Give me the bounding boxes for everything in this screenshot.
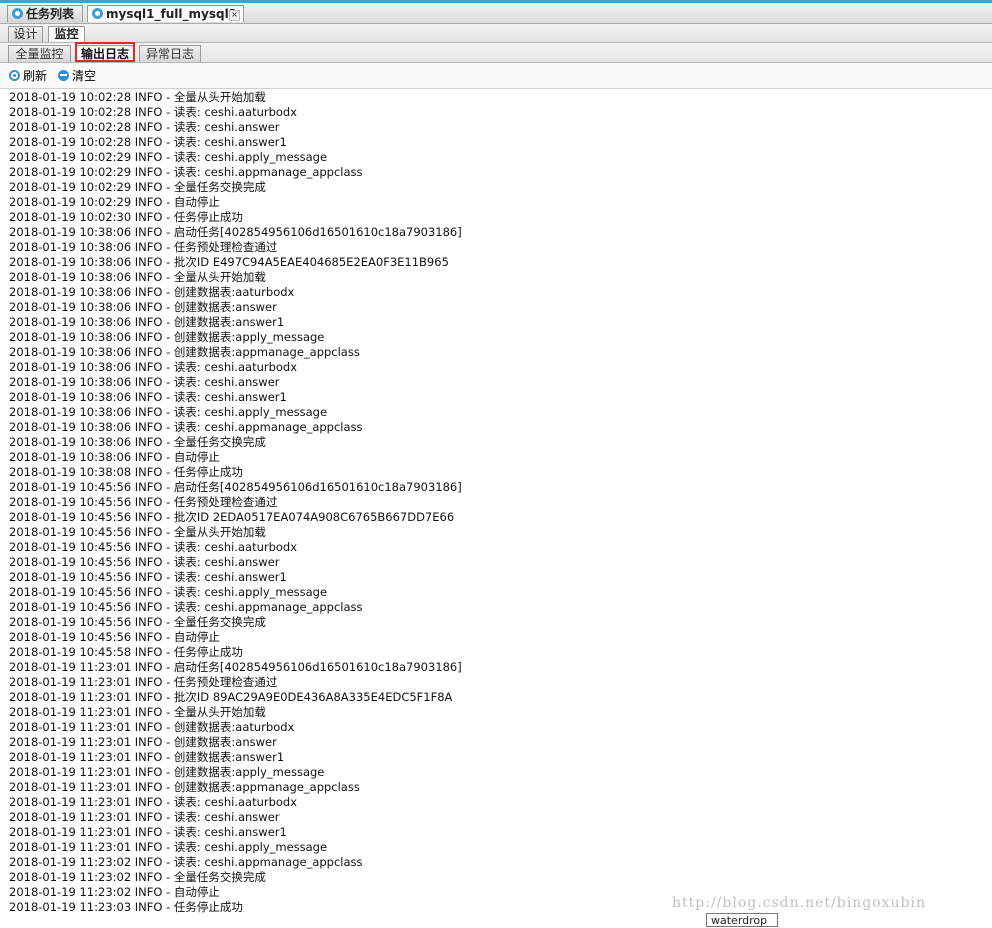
log-line: 2018-01-19 10:38:06 INFO - 读表: ceshi.ans… — [9, 375, 280, 389]
job-icon — [92, 8, 103, 19]
log-line: 2018-01-19 10:45:58 INFO - 任务停止成功 — [9, 645, 243, 659]
clear-label: 清空 — [72, 69, 97, 83]
log-line: 2018-01-19 11:23:01 INFO - 任务预处理检查通过 — [9, 675, 278, 689]
log-line: 2018-01-19 10:02:29 INFO - 自动停止 — [9, 195, 220, 209]
refresh-icon — [9, 70, 20, 81]
log-line: 2018-01-19 10:45:56 INFO - 自动停止 — [9, 630, 220, 644]
log-line: 2018-01-19 11:23:01 INFO - 批次ID 89AC29A9… — [9, 690, 453, 704]
log-line: 2018-01-19 10:45:56 INFO - 批次ID 2EDA0517… — [9, 510, 455, 524]
log-line: 2018-01-19 10:38:06 INFO - 读表: ceshi.app… — [9, 405, 328, 419]
document-tab-bar: 任务列表 mysql1_full_mysql2 × — [0, 3, 992, 24]
log-line: 2018-01-19 11:23:02 INFO - 自动停止 — [9, 885, 220, 899]
watermark-text: http://blog.csdn.net/bingoxubin — [672, 895, 926, 911]
log-line: 2018-01-19 11:23:01 INFO - 创建数据表:apply_m… — [9, 765, 325, 779]
log-line: 2018-01-19 10:45:56 INFO - 全量任务交换完成 — [9, 615, 266, 629]
log-line: 2018-01-19 10:38:06 INFO - 创建数据表:appmana… — [9, 345, 360, 359]
log-line: 2018-01-19 10:45:56 INFO - 全量从头开始加载 — [9, 525, 266, 539]
log-line: 2018-01-19 10:38:06 INFO - 创建数据表:answer1 — [9, 315, 285, 329]
log-line: 2018-01-19 10:45:56 INFO - 读表: ceshi.ans… — [9, 570, 287, 584]
log-line: 2018-01-19 11:23:03 INFO - 任务停止成功 — [9, 900, 243, 914]
log-line: 2018-01-19 11:23:01 INFO - 读表: ceshi.aat… — [9, 795, 298, 809]
log-line: 2018-01-19 10:38:06 INFO - 读表: ceshi.ans… — [9, 390, 287, 404]
log-line: 2018-01-19 11:23:01 INFO - 读表: ceshi.ans… — [9, 825, 287, 839]
log-line: 2018-01-19 10:38:06 INFO - 读表: ceshi.aat… — [9, 360, 298, 374]
tab-task-list[interactable]: 任务列表 — [7, 5, 83, 22]
clear-icon — [58, 70, 69, 81]
log-line: 2018-01-19 10:38:06 INFO - 读表: ceshi.app… — [9, 420, 363, 434]
log-line: 2018-01-19 10:02:30 INFO - 任务停止成功 — [9, 210, 243, 224]
tooltip: waterdrop — [706, 913, 778, 927]
log-line: 2018-01-19 10:02:28 INFO - 读表: ceshi.ans… — [9, 120, 280, 134]
log-line: 2018-01-19 11:23:02 INFO - 读表: ceshi.app… — [9, 855, 363, 869]
tab-monitor[interactable]: 监控 — [48, 26, 85, 42]
log-line: 2018-01-19 10:45:56 INFO - 启动任务[40285495… — [9, 480, 462, 494]
log-line: 2018-01-19 10:02:28 INFO - 读表: ceshi.aat… — [9, 105, 298, 119]
log-line: 2018-01-19 10:38:06 INFO - 创建数据表:aaturbo… — [9, 285, 295, 299]
tab-error-log[interactable]: 异常日志 — [139, 45, 201, 62]
log-line: 2018-01-19 10:38:06 INFO - 创建数据表:apply_m… — [9, 330, 325, 344]
log-line: 2018-01-19 11:23:01 INFO - 创建数据表:aaturbo… — [9, 720, 295, 734]
log-line: 2018-01-19 11:23:01 INFO - 全量从头开始加载 — [9, 705, 266, 719]
log-line: 2018-01-19 10:45:56 INFO - 读表: ceshi.ans… — [9, 555, 280, 569]
log-line: 2018-01-19 11:23:01 INFO - 创建数据表:answer1 — [9, 750, 285, 764]
clear-button[interactable]: 清空 — [58, 68, 96, 84]
log-line: 2018-01-19 11:23:02 INFO - 全量任务交换完成 — [9, 870, 266, 884]
refresh-button[interactable]: 刷新 — [9, 68, 47, 84]
tab-job-label: mysql1_full_mysql2 — [106, 7, 238, 21]
tab-design[interactable]: 设计 — [8, 26, 43, 42]
tab-task-list-label: 任务列表 — [26, 7, 75, 21]
close-icon[interactable]: × — [229, 10, 240, 21]
task-list-icon — [12, 8, 23, 19]
tab-full-monitor[interactable]: 全量监控 — [8, 45, 71, 62]
log-line: 2018-01-19 11:23:01 INFO - 创建数据表:answer — [9, 735, 277, 749]
log-line: 2018-01-19 10:45:56 INFO - 读表: ceshi.app… — [9, 585, 328, 599]
log-line: 2018-01-19 11:23:01 INFO - 读表: ceshi.app… — [9, 840, 328, 854]
log-line: 2018-01-19 10:45:56 INFO - 任务预处理检查通过 — [9, 495, 278, 509]
mode-tab-bar: 设计 监控 — [0, 24, 992, 43]
log-line: 2018-01-19 10:38:06 INFO - 全量任务交换完成 — [9, 435, 266, 449]
log-line: 2018-01-19 10:38:06 INFO - 自动停止 — [9, 450, 220, 464]
log-line: 2018-01-19 10:02:29 INFO - 读表: ceshi.app… — [9, 165, 363, 179]
log-line: 2018-01-19 10:38:06 INFO - 全量从头开始加载 — [9, 270, 266, 284]
output-log-panel[interactable]: 2018-01-19 10:02:28 INFO - 全量从头开始加载 2018-… — [0, 89, 992, 923]
log-toolbar: 刷新 清空 — [0, 63, 992, 89]
monitor-sub-tab-bar: 全量监控 输出日志 异常日志 — [0, 43, 992, 63]
log-line: 2018-01-19 10:38:06 INFO - 创建数据表:answer — [9, 300, 277, 314]
log-line: 2018-01-19 11:23:01 INFO - 创建数据表:appmana… — [9, 780, 360, 794]
highlight-box — [75, 42, 135, 62]
log-line: 2018-01-19 10:38:06 INFO - 批次ID E497C94A… — [9, 255, 449, 269]
log-line: 2018-01-19 11:23:01 INFO - 读表: ceshi.ans… — [9, 810, 280, 824]
log-line: 2018-01-19 11:23:01 INFO - 启动任务[40285495… — [9, 660, 462, 674]
tab-job[interactable]: mysql1_full_mysql2 × — [87, 5, 244, 22]
log-line: 2018-01-19 10:02:29 INFO - 读表: ceshi.app… — [9, 150, 328, 164]
refresh-label: 刷新 — [23, 69, 48, 83]
log-line: 2018-01-19 10:02:28 INFO - 全量从头开始加载 — [9, 90, 266, 104]
log-line: 2018-01-19 10:02:29 INFO - 全量任务交换完成 — [9, 180, 266, 194]
log-line: 2018-01-19 10:38:06 INFO - 任务预处理检查通过 — [9, 240, 278, 254]
log-line: 2018-01-19 10:02:28 INFO - 读表: ceshi.ans… — [9, 135, 287, 149]
log-line: 2018-01-19 10:38:06 INFO - 启动任务[40285495… — [9, 225, 462, 239]
log-line: 2018-01-19 10:38:08 INFO - 任务停止成功 — [9, 465, 243, 479]
log-line: 2018-01-19 10:45:56 INFO - 读表: ceshi.aat… — [9, 540, 298, 554]
log-line: 2018-01-19 10:45:56 INFO - 读表: ceshi.app… — [9, 600, 363, 614]
